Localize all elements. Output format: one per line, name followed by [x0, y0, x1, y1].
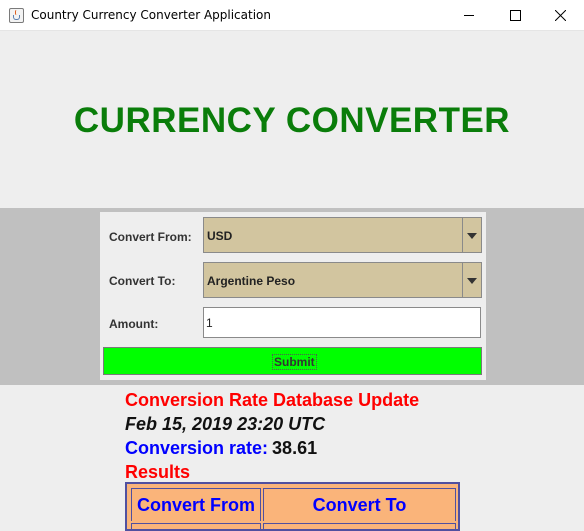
conversion-rate-label: Conversion rate:	[125, 438, 269, 458]
column-header-convert-from: Convert From	[131, 488, 261, 521]
close-icon	[555, 10, 566, 21]
minimize-button[interactable]	[446, 0, 492, 31]
convert-from-label: Convert From:	[109, 230, 192, 244]
convert-to-label: Convert To:	[109, 274, 176, 288]
submit-button[interactable]: Submit	[103, 347, 482, 375]
conversion-rate-value: 38.61	[272, 438, 318, 458]
converter-form: Convert From: USD Convert To: Argentine …	[100, 212, 486, 380]
maximize-button[interactable]	[492, 0, 538, 31]
submit-button-label: Submit	[272, 354, 317, 370]
column-header-convert-to: Convert To	[263, 488, 456, 521]
conversion-rate: Conversion rate: 38.61	[125, 438, 317, 459]
page-title: CURRENCY CONVERTER	[73, 101, 511, 140]
chevron-down-icon[interactable]	[462, 263, 481, 297]
update-timestamp: Feb 15, 2019 23:20 UTC	[125, 414, 326, 434]
chevron-down-icon[interactable]	[462, 218, 481, 252]
convert-to-select[interactable]: Argentine Peso	[203, 262, 482, 298]
update-heading: Conversion Rate Database Update	[125, 390, 420, 410]
amount-label: Amount:	[109, 317, 159, 331]
amount-input[interactable]	[203, 307, 481, 338]
window-title: Country Currency Converter Application	[31, 8, 271, 22]
header-panel: CURRENCY CONVERTER	[0, 31, 584, 208]
java-cup-icon	[9, 8, 24, 23]
close-button[interactable]	[538, 0, 584, 31]
table-cell	[263, 523, 456, 529]
convert-from-value: USD	[207, 229, 233, 243]
convert-to-value: Argentine Peso	[207, 274, 296, 288]
table-cell	[131, 523, 261, 529]
results-table: Convert From Convert To	[125, 482, 460, 531]
convert-from-select[interactable]: USD	[203, 217, 482, 253]
results-heading: Results	[125, 462, 191, 482]
title-bar: Country Currency Converter Application	[0, 0, 584, 31]
